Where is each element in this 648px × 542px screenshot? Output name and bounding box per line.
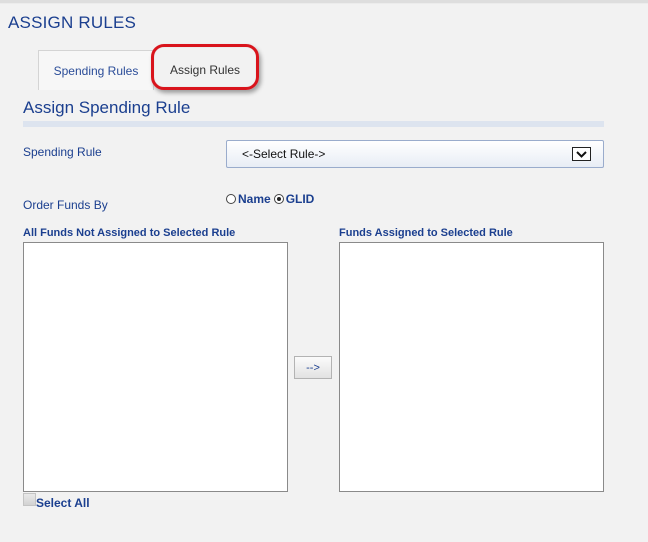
order-funds-radio-group: Name GLID bbox=[226, 192, 314, 206]
order-funds-label: Order Funds By bbox=[23, 198, 108, 212]
tab-assign-rules-label: Assign Rules bbox=[169, 63, 241, 77]
spending-rule-label: Spending Rule bbox=[23, 145, 102, 159]
order-by-glid-label: GLID bbox=[285, 192, 315, 206]
select-all-checkbox[interactable] bbox=[23, 493, 36, 506]
unassigned-funds-label: All Funds Not Assigned to Selected Rule bbox=[23, 227, 236, 239]
order-by-name-label: Name bbox=[238, 192, 271, 206]
page-title: ASSIGN RULES bbox=[8, 13, 137, 32]
tab-assign-rules[interactable]: Assign Rules bbox=[158, 50, 252, 90]
chevron-down-icon[interactable] bbox=[572, 147, 591, 161]
top-border bbox=[0, 0, 648, 4]
order-by-glid-radio[interactable] bbox=[273, 194, 284, 204]
order-by-name-radio[interactable] bbox=[226, 194, 236, 204]
select-all-label: Select All bbox=[36, 496, 90, 510]
tab-spending-rules-label: Spending Rules bbox=[53, 63, 139, 78]
assigned-funds-list[interactable] bbox=[339, 242, 604, 492]
tab-spending-rules[interactable]: Spending Rules bbox=[38, 50, 154, 90]
spending-rule-select-value: <-Select Rule-> bbox=[242, 147, 326, 161]
assigned-funds-label: Funds Assigned to Selected Rule bbox=[339, 227, 513, 239]
spending-rule-select[interactable]: <-Select Rule-> bbox=[226, 140, 604, 168]
section-divider bbox=[23, 121, 604, 127]
move-to-assigned-button[interactable]: --> bbox=[294, 356, 332, 379]
section-heading: Assign Spending Rule bbox=[23, 98, 191, 117]
unassigned-funds-list[interactable] bbox=[23, 242, 288, 492]
select-all-control: Select All bbox=[23, 492, 90, 510]
